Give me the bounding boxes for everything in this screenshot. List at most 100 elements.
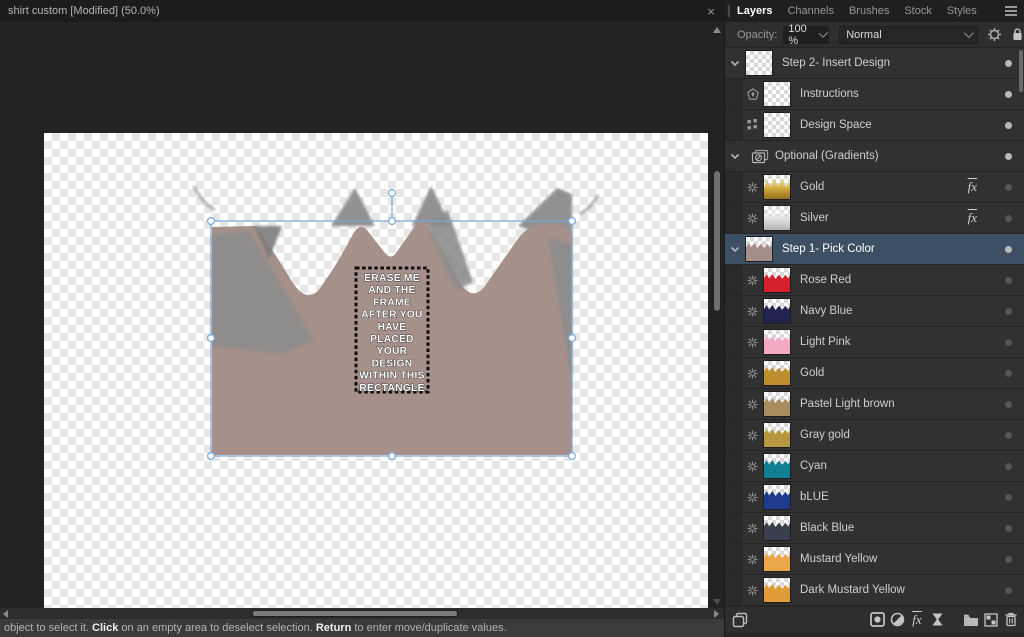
layer-row-gold[interactable]: Gold fx <box>725 172 1024 203</box>
fx-badge[interactable]: fx <box>968 179 977 195</box>
selection-handle[interactable] <box>207 452 216 461</box>
rotation-handle[interactable] <box>388 188 397 197</box>
layer-row-gray-gold[interactable]: Gray gold <box>725 420 1024 451</box>
visibility-toggle[interactable] <box>1005 369 1012 377</box>
layer-thumbnail[interactable] <box>745 236 773 262</box>
visibility-toggle[interactable] <box>1005 152 1012 160</box>
vertical-scroll-thumb[interactable] <box>713 170 721 312</box>
delete-icon[interactable] <box>1001 610 1021 630</box>
scroll-left-icon[interactable] <box>3 610 8 618</box>
tab-styles[interactable]: Styles <box>947 5 977 17</box>
tab-channels[interactable]: Channels <box>787 5 833 17</box>
expand-chevron-icon[interactable] <box>725 153 745 160</box>
layer-row-step-2-insert-design[interactable]: Step 2- Insert Design <box>725 48 1024 79</box>
selection-handle[interactable] <box>567 334 576 343</box>
layer-settings-button[interactable] <box>987 27 1002 42</box>
selection-handle[interactable] <box>207 216 216 225</box>
visibility-toggle[interactable] <box>1005 214 1012 222</box>
layer-row-design-space[interactable]: Design Space <box>725 110 1024 141</box>
visibility-toggle[interactable] <box>1005 276 1012 284</box>
layer-thumbnail[interactable] <box>763 515 791 541</box>
visibility-toggle[interactable] <box>1005 555 1012 563</box>
layer-thumbnail[interactable] <box>763 329 791 355</box>
hidden-stack-icon <box>745 149 775 164</box>
close-icon[interactable]: × <box>698 4 724 19</box>
layer-row-navy-blue[interactable]: Navy Blue <box>725 296 1024 327</box>
visibility-toggle[interactable] <box>1005 586 1012 594</box>
visibility-toggle[interactable] <box>1005 524 1012 532</box>
layer-row-gold[interactable]: Gold <box>725 358 1024 389</box>
tab-layers[interactable]: Layers <box>737 5 772 17</box>
expand-chevron-icon[interactable] <box>725 60 745 67</box>
layer-thumbnail[interactable] <box>763 546 791 572</box>
scroll-down-icon[interactable] <box>713 599 721 605</box>
selection-handle[interactable] <box>388 452 397 461</box>
layer-thumbnail[interactable] <box>745 50 773 76</box>
pasteboard[interactable]: ERASE ME AND THE FRAME AFTER YOU HAVE PLACED Y… <box>0 22 710 608</box>
horizontal-scrollbar[interactable] <box>0 608 724 619</box>
layer-thumbnail[interactable] <box>763 112 791 138</box>
layer-thumbnail[interactable] <box>763 391 791 417</box>
layer-row-optional-gradients[interactable]: Optional (Gradients) <box>725 141 1024 172</box>
fx-icon[interactable]: fx <box>907 610 927 630</box>
selection-handle[interactable] <box>567 216 576 225</box>
adjustment-icon[interactable] <box>887 610 907 630</box>
snowflake-icon <box>742 368 763 379</box>
opacity-input[interactable]: 100 % <box>783 23 830 47</box>
visibility-toggle[interactable] <box>1005 121 1012 129</box>
tab-stock[interactable]: Stock <box>904 5 932 17</box>
layer-row-mustard-yellow[interactable]: Mustard Yellow <box>725 544 1024 575</box>
mask-icon[interactable] <box>867 610 887 630</box>
layer-row-rose-red[interactable]: Rose Red <box>725 265 1024 296</box>
visibility-toggle[interactable] <box>1005 400 1012 408</box>
layer-row-black-blue[interactable]: Black Blue <box>725 513 1024 544</box>
layer-row-step-1-pick-color[interactable]: Step 1- Pick Color <box>725 234 1024 265</box>
layer-thumbnail[interactable] <box>763 267 791 293</box>
layer-thumbnail[interactable] <box>763 577 791 603</box>
selection-handle[interactable] <box>567 452 576 461</box>
vertical-scrollbar[interactable] <box>710 22 724 608</box>
blend-mode-select[interactable]: Normal <box>839 25 978 44</box>
layer-thumbnail[interactable] <box>763 298 791 324</box>
visibility-toggle[interactable] <box>1005 90 1012 98</box>
visibility-toggle[interactable] <box>1005 462 1012 470</box>
panel-scroll-thumb[interactable] <box>1019 50 1023 92</box>
document-canvas[interactable]: ERASE ME AND THE FRAME AFTER YOU HAVE PLACED Y… <box>44 133 708 608</box>
visibility-toggle[interactable] <box>1005 307 1012 315</box>
visibility-toggle[interactable] <box>1005 493 1012 501</box>
layer-thumbnail[interactable] <box>763 81 791 107</box>
visibility-toggle[interactable] <box>1005 338 1012 346</box>
layer-row-blue[interactable]: bLUE <box>725 482 1024 513</box>
layer-thumbnail[interactable] <box>763 484 791 510</box>
visibility-toggle[interactable] <box>1005 245 1012 253</box>
tab-brushes[interactable]: Brushes <box>849 5 889 17</box>
horizontal-scroll-thumb[interactable] <box>252 610 458 617</box>
visibility-toggle[interactable] <box>1005 431 1012 439</box>
layer-thumbnail[interactable] <box>763 360 791 386</box>
visibility-toggle[interactable] <box>1005 59 1012 67</box>
layer-thumbnail[interactable] <box>763 174 791 200</box>
layer-thumbnail[interactable] <box>763 422 791 448</box>
layer-thumbnail[interactable] <box>763 205 791 231</box>
layer-row-silver[interactable]: Silver fx <box>725 203 1024 234</box>
scroll-up-icon[interactable] <box>713 27 721 33</box>
layer-row-pastel-light-brown[interactable]: Pastel Light brown <box>725 389 1024 420</box>
panel-menu-icon[interactable] <box>1005 6 1017 18</box>
layer-row-light-pink[interactable]: Light Pink <box>725 327 1024 358</box>
expand-chevron-icon[interactable] <box>725 246 745 253</box>
pattern-icon[interactable] <box>981 610 1001 630</box>
live-filter-icon[interactable] <box>927 610 947 630</box>
layer-thumbnail[interactable] <box>763 453 791 479</box>
visibility-toggle[interactable] <box>1005 183 1012 191</box>
layer-row-cyan[interactable]: Cyan <box>725 451 1024 482</box>
scroll-right-icon[interactable] <box>714 610 719 618</box>
selection-handle[interactable] <box>207 334 216 343</box>
shirt-object[interactable]: ERASE ME AND THE FRAME AFTER YOU HAVE PLACED Y… <box>44 133 708 608</box>
layer-row-instructions[interactable]: Instructions <box>725 79 1024 110</box>
fx-badge[interactable]: fx <box>968 210 977 226</box>
selection-handle[interactable] <box>388 216 397 225</box>
group-icon[interactable] <box>961 610 981 630</box>
layer-row-dark-mustard-yellow[interactable]: Dark Mustard Yellow <box>725 575 1024 606</box>
duplicate-icon[interactable] <box>730 610 750 630</box>
lock-button[interactable] <box>1011 27 1024 42</box>
